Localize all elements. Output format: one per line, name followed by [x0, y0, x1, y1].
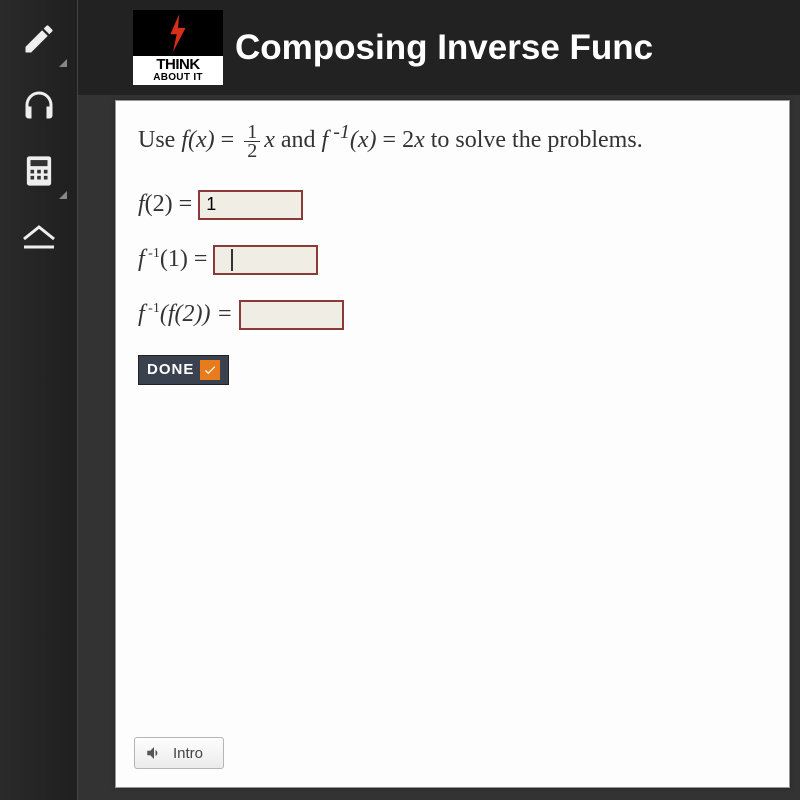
- expand-indicator: [59, 59, 67, 67]
- var-x: x: [414, 127, 425, 153]
- check-icon: [203, 363, 217, 377]
- fraction-half: 1 2: [244, 123, 260, 160]
- lesson-header: THINK ABOUT IT Composing Inverse Func: [78, 0, 800, 95]
- answer-input-1[interactable]: [198, 190, 303, 220]
- lhs: f -1(1) =: [138, 246, 207, 273]
- prompt-text: Use: [138, 127, 181, 153]
- done-label: DONE: [147, 361, 194, 378]
- calculator-icon: [24, 154, 54, 188]
- badge-line1: THINK: [133, 57, 223, 72]
- speaker-icon: [145, 744, 163, 762]
- lhs: f(2) =: [138, 191, 192, 218]
- lightning-icon: [165, 14, 191, 52]
- problem-panel: Use f(x) = 1 2 x and f -1(x) = 2x to sol…: [115, 100, 790, 788]
- think-about-it-badge: THINK ABOUT IT: [133, 10, 223, 85]
- pencil-tool[interactable]: [15, 15, 63, 63]
- lesson-title: Composing Inverse Func: [235, 28, 653, 68]
- expand-indicator: [59, 191, 67, 199]
- headphones-icon: [21, 87, 57, 123]
- badge-line2: ABOUT IT: [133, 72, 223, 84]
- tool-sidebar: [0, 0, 78, 800]
- function-f-inverse: f -1(x): [322, 127, 377, 153]
- done-button[interactable]: DONE: [138, 355, 229, 385]
- lhs: f -1(f(2)) =: [138, 301, 233, 328]
- text-cursor: [231, 249, 233, 271]
- collapse-tool[interactable]: [15, 213, 63, 261]
- problem-row-3: f -1(f(2)) =: [138, 300, 767, 330]
- intro-button[interactable]: Intro: [134, 737, 224, 769]
- function-f: f(x): [181, 127, 214, 153]
- answer-input-3[interactable]: [239, 300, 344, 330]
- audio-tool[interactable]: [15, 81, 63, 129]
- calculator-tool[interactable]: [15, 147, 63, 195]
- done-check-box: [200, 360, 220, 380]
- prompt-text: to solve the problems.: [425, 127, 643, 153]
- prompt-text: and: [275, 127, 322, 153]
- problem-row-1: f(2) =: [138, 190, 767, 220]
- collapse-up-icon: [22, 225, 56, 249]
- coeff-2: 2: [402, 127, 414, 153]
- problem-prompt: Use f(x) = 1 2 x and f -1(x) = 2x to sol…: [138, 121, 767, 160]
- var-x: x: [264, 127, 275, 153]
- pencil-icon: [21, 21, 57, 57]
- answer-input-2[interactable]: [213, 245, 318, 275]
- intro-label: Intro: [173, 745, 203, 762]
- problem-row-2: f -1(1) =: [138, 245, 767, 275]
- denominator: 2: [244, 142, 260, 160]
